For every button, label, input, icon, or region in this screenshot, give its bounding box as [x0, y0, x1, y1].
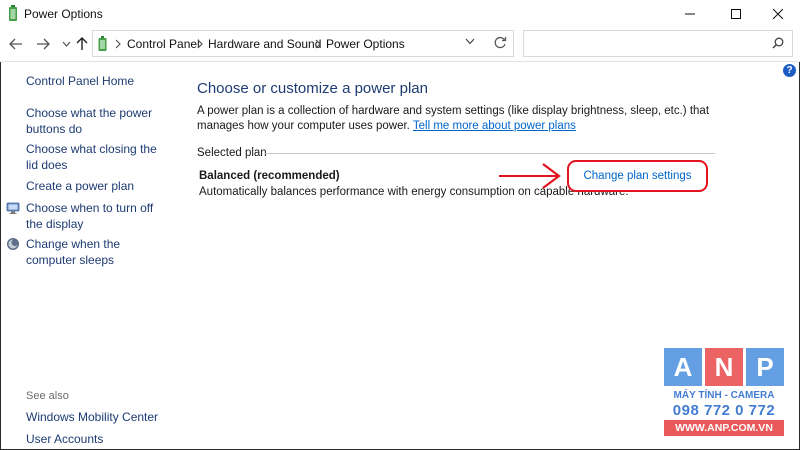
- title-bar: Power Options: [0, 0, 800, 28]
- selected-plan-label: Selected plan: [197, 147, 267, 159]
- sidebar-item-user-accounts[interactable]: User Accounts: [26, 432, 166, 448]
- sidebar-control-panel-home[interactable]: Control Panel Home: [26, 74, 166, 90]
- close-button[interactable]: [756, 0, 800, 28]
- address-bar[interactable]: Control Panel Hardware and Sound Power O…: [92, 30, 514, 57]
- page-description: A power plan is a collection of hardware…: [197, 104, 737, 134]
- watermark-letter-a: A: [664, 348, 702, 386]
- watermark-phone: 098 772 0 772: [672, 402, 776, 419]
- watermark-website: WWW.ANP.COM.VN: [664, 420, 784, 436]
- help-icon[interactable]: ?: [783, 64, 796, 77]
- learn-more-link[interactable]: Tell me more about power plans: [413, 120, 576, 132]
- battery-icon: [98, 36, 107, 51]
- change-plan-highlight: Change plan settings: [567, 160, 708, 192]
- navigation-bar: Control Panel Hardware and Sound Power O…: [0, 28, 800, 62]
- maximize-icon: [731, 9, 741, 19]
- sidebar-item-mobility-center[interactable]: Windows Mobility Center: [26, 410, 166, 426]
- close-icon: [773, 9, 783, 19]
- chevron-down-icon[interactable]: [465, 38, 475, 45]
- sidebar-item-create-plan[interactable]: Create a power plan: [26, 179, 166, 195]
- plan-name: Balanced (recommended): [199, 170, 340, 182]
- minimize-icon: [685, 13, 695, 15]
- back-arrow-icon: [9, 38, 22, 50]
- minimize-button[interactable]: [668, 0, 712, 28]
- chevron-down-icon: [62, 41, 70, 47]
- search-box[interactable]: [523, 30, 793, 57]
- breadcrumb-power-options[interactable]: Power Options: [326, 37, 405, 51]
- up-button[interactable]: [72, 34, 92, 54]
- monitor-icon: [6, 202, 20, 214]
- back-button[interactable]: [6, 34, 26, 54]
- sidebar-item-turn-off-display[interactable]: Choose when to turn off the display: [26, 201, 166, 232]
- watermark-letter-p: P: [746, 348, 784, 386]
- change-plan-settings-link[interactable]: Change plan settings: [583, 170, 691, 182]
- chevron-right-icon: [197, 39, 203, 49]
- window-title: Power Options: [24, 7, 103, 21]
- sidebar-item-computer-sleeps[interactable]: Change when the computer sleeps: [26, 237, 166, 268]
- sidebar-item-closing-lid[interactable]: Choose what closing the lid does: [26, 142, 166, 173]
- up-arrow-icon: [76, 37, 88, 50]
- maximize-button[interactable]: [714, 0, 758, 28]
- watermark-tagline: MÁY TÍNH - CAMERA: [673, 390, 775, 401]
- sidebar-item-power-buttons[interactable]: Choose what the power buttons do: [26, 106, 166, 137]
- see-also-heading: See also: [26, 390, 69, 402]
- watermark-letter-n: N: [705, 348, 743, 386]
- chevron-right-icon: [315, 39, 321, 49]
- red-arrow-icon: [499, 163, 561, 189]
- divider: [265, 153, 715, 154]
- battery-icon: [9, 5, 17, 21]
- forward-arrow-icon: [37, 38, 50, 50]
- page-title: Choose or customize a power plan: [197, 80, 428, 97]
- refresh-icon[interactable]: [493, 36, 507, 50]
- search-icon: [772, 37, 784, 49]
- chevron-right-icon: [115, 39, 121, 49]
- breadcrumb-control-panel[interactable]: Control Panel: [127, 37, 200, 51]
- moon-icon: [7, 238, 19, 250]
- breadcrumb-hardware-and-sound[interactable]: Hardware and Sound: [208, 37, 321, 51]
- watermark-logo: A N P MÁY TÍNH - CAMERA 098 772 0 772 WW…: [664, 348, 784, 440]
- forward-button[interactable]: [33, 34, 53, 54]
